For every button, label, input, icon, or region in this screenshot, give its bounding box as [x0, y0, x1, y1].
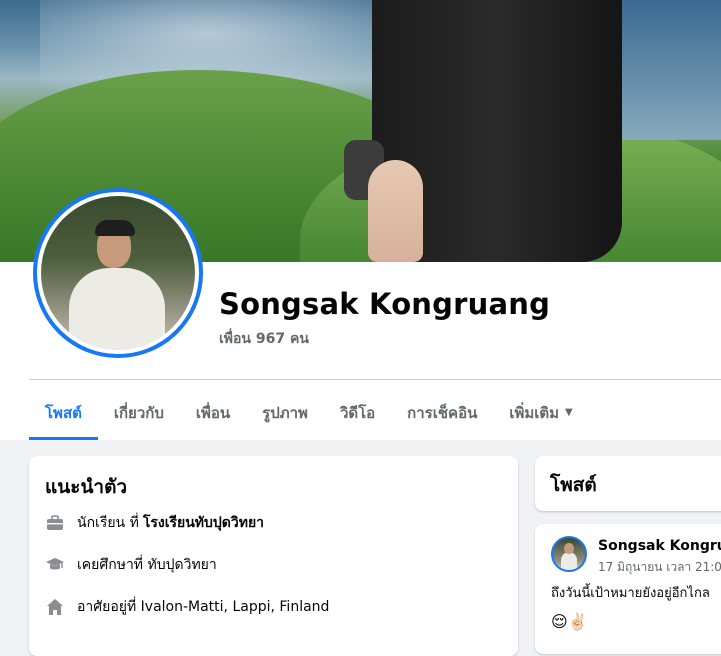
tab-label: รูปภาพ: [262, 403, 308, 422]
tab-label: เพื่อน: [195, 403, 231, 422]
cover-sky: [620, 0, 721, 140]
tab-checkins[interactable]: การเช็คอิน: [391, 385, 493, 440]
avatar-photo: [41, 196, 195, 350]
post-timestamp[interactable]: 17 มิถุนายน เวลา 21:07: [598, 558, 721, 577]
tab-label: วิดีโอ: [339, 403, 376, 422]
tab-photos[interactable]: รูปภาพ: [246, 385, 324, 440]
friend-count[interactable]: เพื่อน 967 คน: [219, 328, 309, 350]
tab-posts[interactable]: โพสต์: [29, 385, 98, 440]
graduation-cap-icon: [45, 555, 65, 575]
tab-more[interactable]: เพิ่มเติม ▼: [493, 385, 588, 440]
tab-about[interactable]: เกี่ยวกับ: [98, 385, 180, 440]
briefcase-icon: [45, 513, 65, 533]
avatar-shirt: [69, 268, 165, 350]
intro-item-link[interactable]: โรงเรียนทับปุดวิทยา: [143, 512, 264, 534]
intro-card: แนะนำตัว นักเรียน ที่ โรงเรียนทับปุดวิทย…: [29, 456, 518, 656]
avatar-head: [564, 543, 574, 554]
profile-name: Songsak Kongruang: [219, 287, 551, 321]
tab-videos[interactable]: วิดีโอ: [324, 385, 391, 440]
tab-friends[interactable]: เพื่อน: [180, 385, 246, 440]
avatar-shirt: [561, 552, 577, 570]
post-emoji: 😌✌🏻: [551, 612, 588, 631]
post-text: ถึงวันนี้เป้าหมายยังอยู่อีกไกล: [551, 586, 710, 601]
tab-label: เพิ่มเติม: [509, 403, 560, 422]
posts-header-card: โพสต์: [535, 456, 721, 511]
tab-label: การเช็คอิน: [407, 403, 478, 422]
post-author-avatar[interactable]: [551, 536, 587, 572]
header-divider: [29, 379, 721, 380]
intro-item-text: เคยศึกษาที่ ทับปุดวิทยา: [77, 557, 217, 573]
tab-label: โพสต์: [45, 403, 82, 422]
caret-down-icon: ▼: [565, 407, 573, 418]
cover-arm: [368, 160, 423, 262]
post-author-name[interactable]: Songsak Kongruang: [598, 538, 721, 554]
intro-item-work: นักเรียน ที่ โรงเรียนทับปุดวิทยา: [45, 512, 264, 534]
intro-title: แนะนำตัว: [45, 476, 128, 498]
posts-title: โพสต์: [550, 474, 597, 496]
tab-label: เกี่ยวกับ: [113, 403, 164, 422]
avatar-hair: [95, 220, 135, 236]
intro-item-location: อาศัยอยู่ที่ Ivalon-Matti, Lappi, Finlan…: [45, 596, 329, 618]
intro-item-education: เคยศึกษาที่ ทับปุดวิทยา: [45, 554, 217, 576]
profile-avatar[interactable]: [33, 188, 203, 358]
intro-item-text: อาศัยอยู่ที่ Ivalon-Matti, Lappi, Finlan…: [77, 599, 330, 615]
intro-item-text: นักเรียน ที่: [77, 515, 139, 531]
profile-tabs: โพสต์ เกี่ยวกับ เพื่อน รูปภาพ วิดีโอ การ…: [29, 385, 589, 440]
post-card: Songsak Kongruang 17 มิถุนายน เวลา 21:07…: [535, 524, 721, 654]
home-icon: [45, 597, 65, 617]
